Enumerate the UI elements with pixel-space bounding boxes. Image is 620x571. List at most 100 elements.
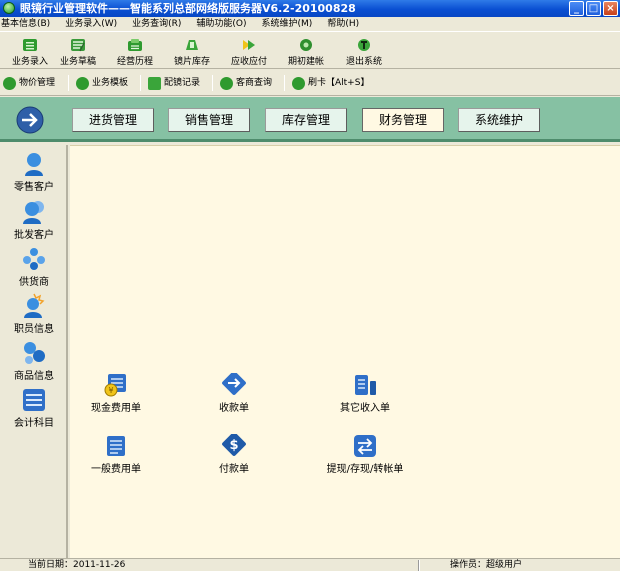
toolbar-label: 配镜记录 xyxy=(164,78,201,88)
question-icon xyxy=(3,77,16,90)
sidebar-item-staff[interactable]: 职员信息 xyxy=(0,293,68,337)
toolbar-label: 刷卡【Alt+S】 xyxy=(308,78,370,88)
svg-text:$: $ xyxy=(229,438,238,453)
function-label: 现金费用单 xyxy=(91,403,141,414)
sidebar-item-product[interactable]: 商品信息 xyxy=(0,340,68,384)
history-icon xyxy=(128,39,142,51)
transfer-button[interactable]: 提现/存现/转帐单 xyxy=(310,434,420,475)
menu-system-maintenance[interactable]: 系统维护(M) xyxy=(261,17,317,31)
menu-business-query[interactable]: 业务查询(R) xyxy=(131,17,185,31)
lens-stock-icon xyxy=(186,40,198,50)
wholesale-customer-icon xyxy=(23,201,44,224)
tab-sales[interactable]: 销售管理 xyxy=(168,108,250,132)
window-title: 眼镜行业管理软件——智能系列总部网络版服务器V6.2-20100828 xyxy=(20,2,356,15)
payment-button[interactable]: $ 付款单 xyxy=(201,434,267,475)
menu-auxiliary[interactable]: 辅助功能(O) xyxy=(195,17,250,31)
swipe-card-button[interactable]: 刷卡【Alt+S】 xyxy=(290,74,369,92)
sidebar-item-label: 商品信息 xyxy=(14,371,54,382)
menu-bar: 基本信息(B) 业务录入(W) 业务查询(R) 辅助功能(O) 系统维护(M) … xyxy=(0,17,620,31)
toolbar-label: 物价管理 xyxy=(19,78,56,88)
toolbar-label: 镜片库存 xyxy=(173,57,210,67)
cash-expense-button[interactable]: ¥ 现金费用单 xyxy=(83,373,149,414)
title-bar: 眼镜行业管理软件——智能系列总部网络版服务器V6.2-20100828 _ □ … xyxy=(0,0,620,17)
sidebar-item-label: 职员信息 xyxy=(14,324,54,335)
receivable-icon xyxy=(243,40,255,50)
toolbar-label: 业务草稿 xyxy=(59,57,96,67)
toolbar-business-draft-button[interactable]: 业务草稿 xyxy=(48,34,108,68)
price-management-button[interactable]: 物价管理 xyxy=(1,74,55,92)
initial-ledger-icon xyxy=(300,39,312,51)
window-controls: _ □ × xyxy=(569,1,618,16)
close-button[interactable]: × xyxy=(603,1,618,16)
toolbar-initial-ledger-button[interactable]: 期初建帐 xyxy=(276,34,336,68)
sidebar-item-retail-customer[interactable]: 零售客户 xyxy=(0,151,68,195)
tab-purchase[interactable]: 进货管理 xyxy=(72,108,154,132)
cash-expense-icon: ¥ xyxy=(104,374,126,397)
toolbar-label: 期初建帐 xyxy=(287,57,324,67)
menu-help[interactable]: 帮助(H) xyxy=(326,17,363,31)
other-income-button[interactable]: 其它收入单 xyxy=(323,373,407,414)
sidebar-item-label: 零售客户 xyxy=(14,182,54,193)
toolbar-separator xyxy=(212,75,213,91)
current-date: 当前日期：2011-11-26 xyxy=(28,560,126,570)
menu-business-entry[interactable]: 业务录入(W) xyxy=(64,17,121,31)
customer-query-button[interactable]: 客商查询 xyxy=(218,74,272,92)
maximize-button[interactable]: □ xyxy=(586,1,601,16)
function-label: 其它收入单 xyxy=(340,403,390,414)
toolbar-label: 客商查询 xyxy=(236,78,273,88)
receipt-button[interactable]: 收款单 xyxy=(201,373,267,414)
minimize-button[interactable]: _ xyxy=(569,1,584,16)
finance-workspace: ¥ 现金费用单 收款单 其它收入单 一般费用单 $ 付款单 提现/存现/转帐单 xyxy=(70,145,620,558)
app-logo-icon xyxy=(3,2,15,14)
toolbar-receivable-button[interactable]: 应收应付 xyxy=(219,34,279,68)
staff-icon xyxy=(24,293,45,318)
transfer-icon xyxy=(354,435,376,457)
function-label: 付款单 xyxy=(219,464,249,475)
toolbar-exit-button[interactable]: 退出系统 xyxy=(334,34,394,68)
draft-icon xyxy=(71,39,85,52)
sidebar-item-wholesale-customer[interactable]: 批发客户 xyxy=(0,199,68,243)
customer-query-icon xyxy=(220,77,233,90)
general-expense-button[interactable]: 一般费用单 xyxy=(83,434,149,475)
card-check-icon xyxy=(292,77,305,90)
sidebar-item-label: 供货商 xyxy=(19,277,49,288)
other-income-icon xyxy=(355,375,376,395)
general-expense-icon xyxy=(107,436,125,456)
glasses-record-button[interactable]: 配镜记录 xyxy=(146,74,200,92)
status-bar: 当前日期：2011-11-26 操作员：超级用户 xyxy=(0,558,620,571)
sidebar-item-label: 批发客户 xyxy=(14,230,54,241)
quick-toolbar: 物价管理 业务模板 配镜记录 客商查询 刷卡【Alt+S】 xyxy=(0,70,620,96)
app-window: 眼镜行业管理软件——智能系列总部网络版服务器V6.2-20100828 _ □ … xyxy=(0,0,620,571)
toolbar-label: 业务录入 xyxy=(11,57,48,67)
main-toolbar: 业务录入 业务草稿 经营历程 镜片库存 应收应付 期初建帐 退出系统 xyxy=(0,31,620,69)
function-label: 收款单 xyxy=(219,403,249,414)
tab-finance[interactable]: 财务管理 xyxy=(362,108,444,132)
operator: 操作员：超级用户 xyxy=(450,560,523,570)
toolbar-history-button[interactable]: 经营历程 xyxy=(105,34,165,68)
function-label: 一般费用单 xyxy=(91,464,141,475)
payment-dollar-icon: $ xyxy=(222,434,246,456)
toolbar-label: 经营历程 xyxy=(116,57,153,67)
module-nav-bar: 进货管理 销售管理 库存管理 财务管理 系统维护 xyxy=(0,97,620,142)
toolbar-separator xyxy=(140,75,141,91)
receipt-arrow-icon xyxy=(222,373,246,395)
toolbar-separator xyxy=(68,75,69,91)
function-label: 提现/存现/转帐单 xyxy=(326,464,404,475)
retail-customer-icon xyxy=(25,153,43,176)
sidebar-item-account-subject[interactable]: 会计科目 xyxy=(0,387,68,431)
toolbar-label: 业务模板 xyxy=(92,78,129,88)
tab-system-maintenance[interactable]: 系统维护 xyxy=(458,108,540,132)
menu-basic-info[interactable]: 基本信息(B) xyxy=(0,17,54,31)
status-separator xyxy=(418,560,420,571)
exit-icon xyxy=(358,39,370,51)
toolbar-label: 应收应付 xyxy=(230,57,267,67)
tab-inventory[interactable]: 库存管理 xyxy=(265,108,347,132)
business-template-button[interactable]: 业务模板 xyxy=(74,74,128,92)
account-subject-icon xyxy=(23,389,45,411)
record-icon xyxy=(148,77,161,90)
sidebar-item-supplier[interactable]: 供货商 xyxy=(0,246,68,290)
arrow-right-icon[interactable] xyxy=(16,106,44,134)
supplier-icon xyxy=(23,248,45,270)
toolbar-lens-stock-button[interactable]: 镜片库存 xyxy=(162,34,222,68)
toolbar-separator xyxy=(284,75,285,91)
